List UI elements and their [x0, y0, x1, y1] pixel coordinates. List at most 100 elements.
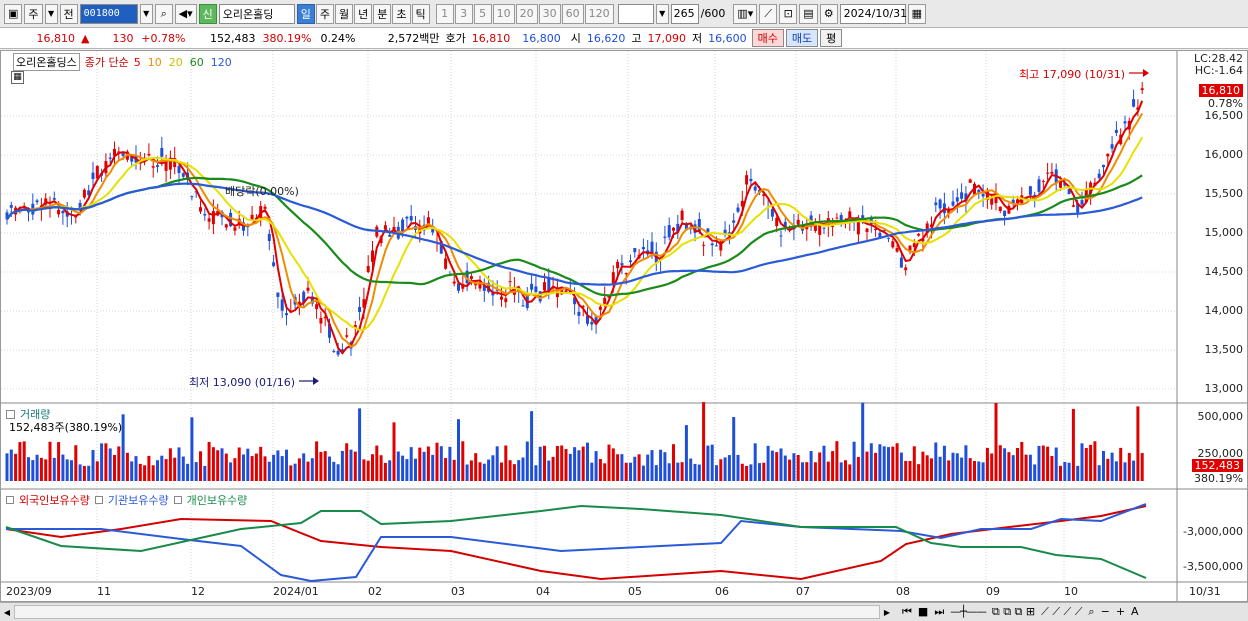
period-tab-5[interactable]: 초	[392, 3, 411, 24]
price-axis-label: 15,000	[1204, 226, 1244, 239]
scrollbar[interactable]	[14, 605, 880, 619]
chart-type-icon[interactable]: ▥▾	[733, 3, 758, 24]
volume-bar	[1093, 441, 1097, 481]
speaker-icon[interactable]: ◀▾	[174, 3, 197, 24]
gear-icon[interactable]: ⚙	[819, 3, 838, 24]
series-toggle-icon[interactable]	[173, 496, 182, 504]
buy-button[interactable]: 매수	[751, 29, 784, 47]
scroll-right-icon[interactable]: ▶	[880, 604, 894, 620]
period-tab-3[interactable]: 년	[354, 3, 373, 24]
chart-area[interactable]: 오리온홀딩스 종가 단순 5 10 20 60 120 ▦ 16,500 16,000 15…	[0, 50, 1248, 602]
first-page-icon[interactable]: ⏮	[902, 605, 912, 619]
zoom-in-icon[interactable]: +	[1116, 605, 1125, 619]
volume-bar	[190, 417, 194, 481]
period-tab-1[interactable]: 주	[315, 3, 335, 24]
low-label: 저	[691, 32, 703, 45]
series-toggle-icon[interactable]	[94, 496, 103, 504]
code-dropdown-icon[interactable]: ▼	[139, 3, 153, 24]
panel-toggle-icon[interactable]	[6, 409, 15, 419]
sell-button[interactable]: 매도	[785, 29, 819, 47]
legend-indicator[interactable]: 종가 단순	[85, 54, 129, 70]
holding-series-2[interactable]: 개인보유수량	[187, 492, 248, 508]
window-menu-icon[interactable]: ▣	[4, 3, 23, 24]
legend-ma-60[interactable]: 60	[190, 56, 204, 69]
holding-series-1[interactable]: 기관보유수량	[108, 492, 169, 508]
type-select[interactable]: 주	[24, 3, 43, 24]
stop-icon[interactable]: ■	[918, 605, 928, 619]
candle-body	[1050, 171, 1054, 174]
stock-code-input[interactable]: 001800	[79, 3, 138, 24]
volume-bar	[1024, 454, 1028, 481]
interval-tab-5[interactable]: 5	[473, 3, 492, 24]
candle-body	[960, 192, 964, 199]
interval-tab-1[interactable]: 1	[435, 3, 454, 24]
volume-bar	[113, 454, 116, 481]
legend-ma-120[interactable]: 120	[211, 56, 232, 69]
legend-stock-name[interactable]: 오리온홀딩스	[13, 53, 80, 71]
legend-ma-5[interactable]: 5	[134, 56, 141, 69]
volume-bar	[396, 451, 400, 481]
period-tab-4[interactable]: 분	[373, 3, 392, 24]
volume-bar	[908, 460, 912, 481]
volume-bar	[504, 445, 508, 481]
draw-tool-icon[interactable]: ⟋	[759, 3, 778, 24]
volume-bar	[934, 442, 938, 481]
zoom-slider[interactable]: —┼——	[950, 605, 987, 619]
interval-tab-30[interactable]: 30	[538, 3, 561, 24]
interval-dropdown-icon[interactable]: ▼	[655, 3, 669, 24]
zoom-icon[interactable]: ⌕	[1088, 605, 1094, 619]
type-dropdown-icon[interactable]: ▼	[44, 3, 58, 24]
volume-bar	[323, 451, 327, 481]
volume-bar	[964, 445, 968, 481]
zoom-out-icon[interactable]: −	[1101, 605, 1110, 619]
volume-bar	[848, 464, 852, 481]
interval-tab-3[interactable]: 3	[454, 3, 473, 24]
holding-series-0[interactable]: 외국인보유수량	[19, 492, 90, 508]
period-tab-2[interactable]: 월	[335, 3, 354, 24]
search-icon[interactable]: ⌕	[154, 3, 173, 24]
candle-body	[401, 219, 405, 232]
chart-canvas[interactable]	[1, 51, 1247, 601]
candle-body	[1123, 121, 1127, 124]
interval-tab-60[interactable]: 60	[561, 3, 584, 24]
series-toggle-icon[interactable]	[6, 496, 14, 504]
interval-tab-120[interactable]: 120	[584, 3, 614, 24]
volume-bar	[590, 462, 594, 481]
volume-bar	[727, 455, 731, 481]
open-price: 16,620	[586, 31, 626, 45]
period-tabs: 일주월년분초틱	[296, 3, 430, 24]
legend-ma-20[interactable]: 20	[169, 56, 183, 69]
calendar-icon[interactable]: ▦	[907, 3, 927, 24]
date-input[interactable]: 2024/10/31	[839, 3, 907, 24]
indicator-icons[interactable]: ⟋ ⟋ ⟋ ⟋	[1041, 605, 1082, 619]
font-size-icon[interactable]: A	[1131, 605, 1139, 619]
table-toggle-icon[interactable]: ▦	[11, 71, 24, 84]
crop-icon[interactable]: ⊡	[779, 3, 798, 24]
volume-bar	[1033, 464, 1037, 481]
save-icon[interactable]: ▤	[799, 3, 818, 24]
volume-bar	[48, 441, 52, 481]
interval-tab-20[interactable]: 20	[515, 3, 538, 24]
pyeong-button[interactable]: 평	[820, 29, 843, 47]
period-tab-0[interactable]: 일	[296, 3, 315, 24]
volume-bar	[796, 454, 800, 481]
volume-bar	[302, 453, 306, 481]
sin-badge[interactable]: 신	[198, 3, 217, 24]
layout-icons[interactable]: ⧉ ⧉ ⧉ ⊞	[992, 605, 1035, 619]
interval-tab-10[interactable]: 10	[492, 3, 515, 24]
count-input[interactable]: 265	[670, 3, 699, 24]
jeon-button[interactable]: 전	[59, 3, 78, 24]
candle-body	[1003, 210, 1007, 216]
candle-body	[981, 193, 985, 197]
volume-bar	[538, 446, 542, 481]
volume-bar	[697, 464, 701, 481]
last-page-icon[interactable]: ⏭	[934, 605, 944, 619]
legend-ma-10[interactable]: 10	[148, 56, 162, 69]
volume-pct-tag: 380.19%	[1194, 472, 1243, 485]
period-tab-6[interactable]: 틱	[411, 3, 430, 24]
interval-custom-input[interactable]	[617, 3, 654, 24]
scroll-left-icon[interactable]: ◀	[0, 604, 14, 620]
volume-bar	[61, 454, 65, 481]
candle-body	[1097, 173, 1101, 179]
volume-bar	[766, 445, 770, 481]
